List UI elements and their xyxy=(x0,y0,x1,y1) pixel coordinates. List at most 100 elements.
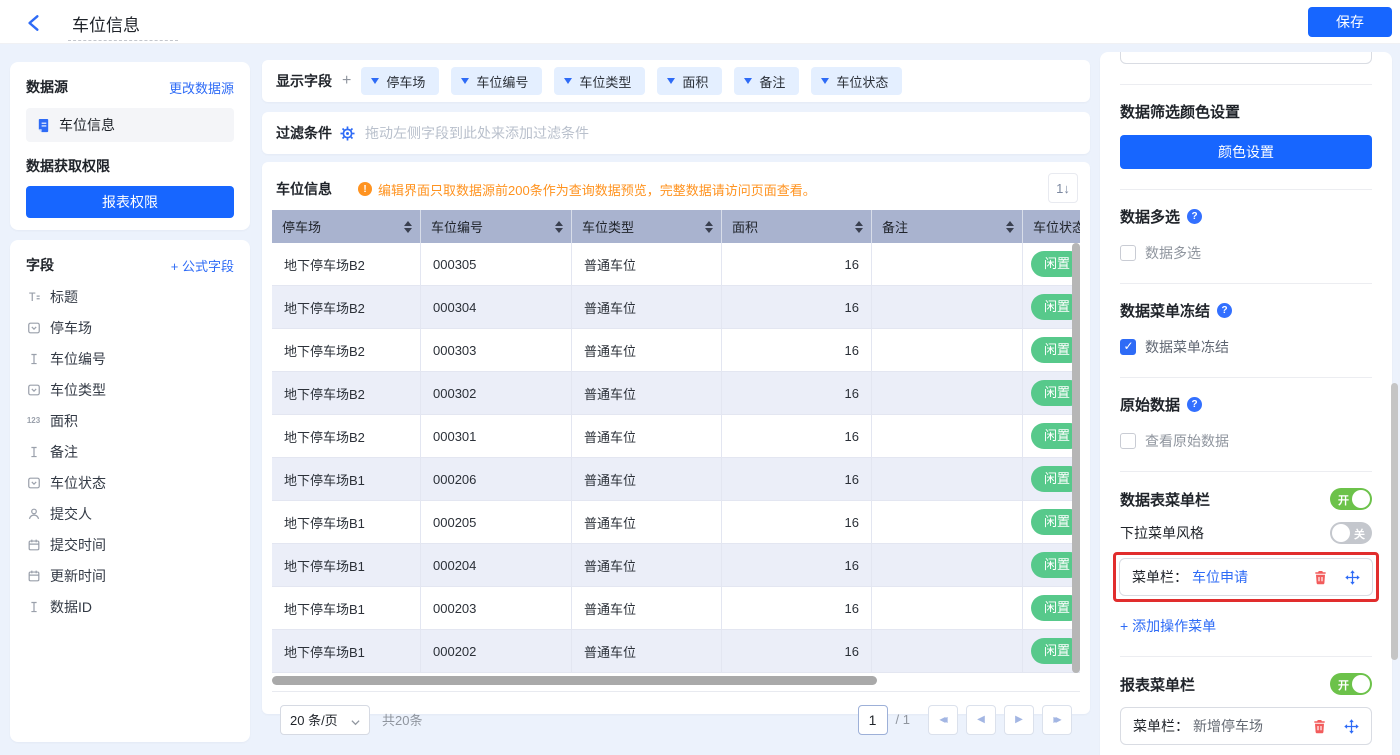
settings-panel: 数据筛选颜色设置 颜色设置 数据多选 ? 数据多选 数据菜单冻结 ? 数据菜单冻… xyxy=(1100,52,1392,755)
table-vertical-scrollbar[interactable] xyxy=(1072,243,1080,673)
sort-asc-icon xyxy=(1006,221,1014,226)
field-item[interactable]: 停车场 xyxy=(26,312,234,343)
color-setting-button[interactable]: 颜色设置 xyxy=(1120,135,1372,169)
change-datasource-link[interactable]: 更改数据源 xyxy=(169,78,234,97)
trash-icon[interactable] xyxy=(1311,718,1327,734)
table-row[interactable]: 地下停车场B1000203普通车位16闲置 xyxy=(272,587,1080,630)
table-row[interactable]: 地下停车场B1000204普通车位16闲置 xyxy=(272,544,1080,587)
page-number-input[interactable] xyxy=(858,705,888,735)
prev-page-button[interactable]: ◀ xyxy=(966,705,996,735)
sort-icon[interactable] xyxy=(855,221,863,233)
table-cell xyxy=(872,458,1023,500)
help-icon[interactable]: ? xyxy=(1187,397,1202,412)
column-header[interactable]: 车位状态 xyxy=(1023,210,1080,243)
field-item[interactable]: 标题 xyxy=(26,281,234,312)
report-permission-button[interactable]: 报表权限 xyxy=(26,186,234,218)
help-icon[interactable]: ? xyxy=(1217,303,1232,318)
table-menu-item-row[interactable]: 菜单栏： 车位申请 xyxy=(1119,558,1373,596)
table-row[interactable]: 地下停车场B1000202普通车位16闲置 xyxy=(272,630,1080,673)
panel-scrollbar[interactable] xyxy=(1391,383,1398,660)
raw-data-checkbox-row[interactable]: 查看原始数据 xyxy=(1120,431,1372,451)
menu-freeze-checkbox-row[interactable]: 数据菜单冻结 xyxy=(1120,337,1372,357)
column-header-label: 备注 xyxy=(882,217,908,236)
table-row[interactable]: 地下停车场B2000304普通车位16闲置 xyxy=(272,286,1080,329)
field-chip[interactable]: 停车场 xyxy=(361,67,439,95)
sort-asc-icon xyxy=(404,221,412,226)
table-cell: 000301 xyxy=(421,415,572,457)
field-item[interactable]: 车位状态 xyxy=(26,467,234,498)
table-row[interactable]: 地下停车场B2000303普通车位16闲置 xyxy=(272,329,1080,372)
warning-icon: ! xyxy=(358,182,372,196)
field-item[interactable]: 提交时间 xyxy=(26,529,234,560)
select-icon xyxy=(26,382,41,397)
datasource-item[interactable]: 车位信息 xyxy=(26,108,234,142)
next-page-button[interactable]: ▶ xyxy=(1004,705,1034,735)
sort-icon[interactable] xyxy=(705,221,713,233)
table-row[interactable]: 地下停车场B2000305普通车位16闲置 xyxy=(272,243,1080,286)
menu-item-value[interactable]: 新增停车场 xyxy=(1193,716,1263,736)
field-item[interactable]: 123面积 xyxy=(26,405,234,436)
table-cell: 地下停车场B1 xyxy=(272,458,421,500)
sort-icon[interactable] xyxy=(404,221,412,233)
move-icon[interactable] xyxy=(1343,718,1359,734)
field-item[interactable]: 数据ID xyxy=(26,591,234,622)
column-header[interactable]: 停车场 xyxy=(272,210,421,243)
save-button[interactable]: 保存 xyxy=(1308,7,1392,37)
dropdown-style-label: 下拉菜单风格 xyxy=(1120,523,1204,543)
table-row[interactable]: 地下停车场B2000301普通车位16闲置 xyxy=(272,415,1080,458)
trash-icon[interactable] xyxy=(1312,569,1328,585)
page-size-select[interactable]: 20 条/页 xyxy=(280,705,370,735)
menu-freeze-title-text: 数据菜单冻结 xyxy=(1120,300,1210,321)
field-chip[interactable]: 备注 xyxy=(734,67,799,95)
field-item[interactable]: 备注 xyxy=(26,436,234,467)
field-chip[interactable]: 车位编号 xyxy=(451,67,542,95)
table-cell: 地下停车场B1 xyxy=(272,630,421,672)
table-cell: 000202 xyxy=(421,630,572,672)
help-icon[interactable]: ? xyxy=(1187,209,1202,224)
table-row[interactable]: 地下停车场B1000205普通车位16闲置 xyxy=(272,501,1080,544)
horizontal-scroll-thumb[interactable] xyxy=(272,676,877,685)
sort-order-button[interactable]: 1↓ xyxy=(1048,173,1078,203)
field-item[interactable]: 车位编号 xyxy=(26,343,234,374)
field-chip[interactable]: 车位类型 xyxy=(554,67,645,95)
table-cell: 普通车位 xyxy=(572,372,722,414)
column-header[interactable]: 面积 xyxy=(722,210,872,243)
table-row[interactable]: 地下停车场B1000206普通车位16闲置 xyxy=(272,458,1080,501)
field-chip[interactable]: 车位状态 xyxy=(811,67,902,95)
move-icon[interactable] xyxy=(1344,569,1360,585)
last-page-button[interactable]: ▶▶ xyxy=(1042,705,1072,735)
table-cell: 地下停车场B1 xyxy=(272,501,421,543)
report-menu-item-row[interactable]: 菜单栏： 新增停车场 xyxy=(1120,707,1372,745)
caret-down-icon xyxy=(744,78,752,84)
table-horizontal-scrollbar[interactable] xyxy=(272,676,1080,685)
back-button[interactable] xyxy=(24,13,44,33)
clipped-input-box xyxy=(1120,52,1372,64)
report-menu-toggle-on[interactable]: 开 xyxy=(1330,673,1372,695)
sort-desc-icon xyxy=(1006,228,1014,233)
add-action-menu-link[interactable]: + 添加操作菜单 xyxy=(1120,616,1372,636)
column-header[interactable]: 备注 xyxy=(872,210,1023,243)
menu-item-value[interactable]: 车位申请 xyxy=(1192,567,1248,587)
page-title[interactable]: 车位信息 xyxy=(68,11,178,41)
field-chip[interactable]: 面积 xyxy=(657,67,722,95)
formula-field-link[interactable]: + 公式字段 xyxy=(171,256,234,275)
table-menu-toggle-on[interactable]: 开 xyxy=(1330,488,1372,510)
table-row[interactable]: 地下停车场B2000302普通车位16闲置 xyxy=(272,372,1080,415)
checkbox-checked[interactable] xyxy=(1120,339,1136,355)
table-title: 车位信息 xyxy=(276,179,332,199)
multi-select-checkbox-row[interactable]: 数据多选 xyxy=(1120,243,1372,263)
field-item[interactable]: 更新时间 xyxy=(26,560,234,591)
dropdown-style-toggle-off[interactable]: 关 xyxy=(1330,522,1372,544)
field-item[interactable]: 车位类型 xyxy=(26,374,234,405)
first-page-button[interactable]: ◀◀ xyxy=(928,705,958,735)
sort-icon[interactable] xyxy=(555,221,563,233)
column-header[interactable]: 车位类型 xyxy=(572,210,722,243)
gear-icon[interactable] xyxy=(340,126,355,141)
column-header[interactable]: 车位编号 xyxy=(421,210,572,243)
table-cell: 普通车位 xyxy=(572,243,722,285)
sort-icon[interactable] xyxy=(1006,221,1014,233)
checkbox-unchecked[interactable] xyxy=(1120,245,1136,261)
add-field-icon[interactable]: + xyxy=(342,72,351,90)
field-item[interactable]: 提交人 xyxy=(26,498,234,529)
checkbox-unchecked[interactable] xyxy=(1120,433,1136,449)
